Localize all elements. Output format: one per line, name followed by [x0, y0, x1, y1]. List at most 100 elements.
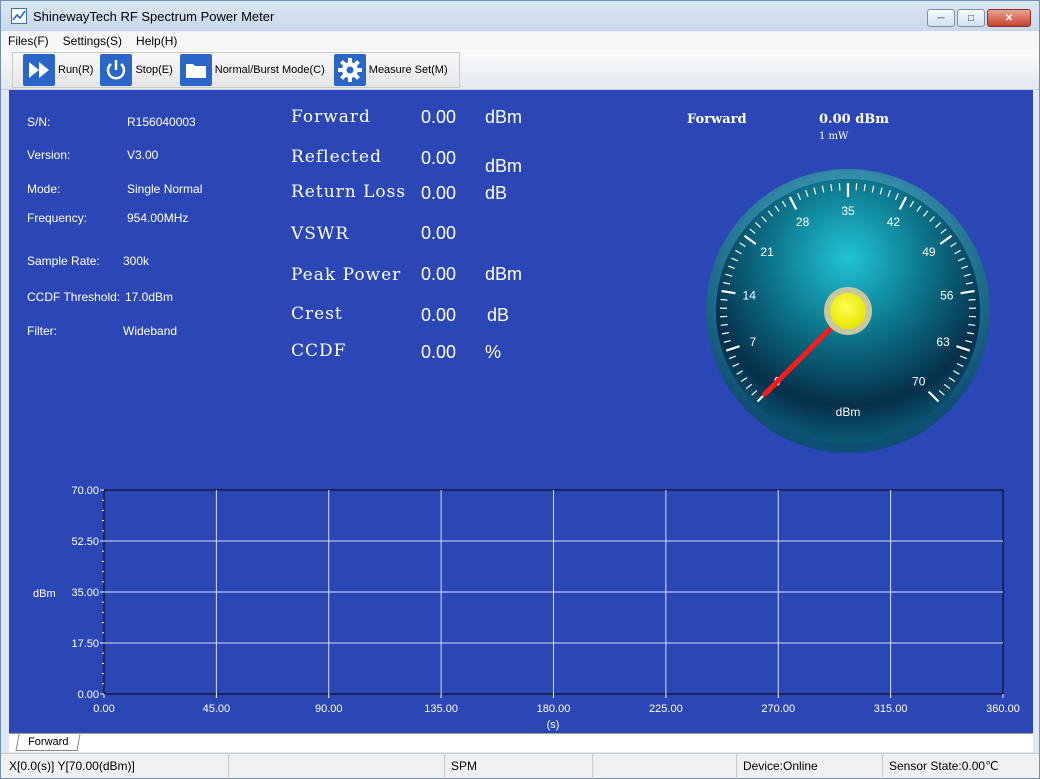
gauge-tick-label: 63 — [936, 335, 950, 349]
y-tick-label: 70.00 — [71, 485, 99, 497]
normal-burst-mode-button[interactable]: Normal/Burst Mode(C) — [176, 53, 328, 87]
forward-unit: dBm — [485, 107, 523, 127]
app-logo-icon — [11, 8, 27, 24]
toolbar-group: Run(R) Stop(E) Normal/Burst Mode(C) Meas… — [12, 52, 460, 88]
mode-label: Mode: — [27, 182, 61, 196]
status-sensor: Sensor State:0.00℃ — [889, 759, 999, 773]
gauge-tick-label: 35 — [841, 204, 855, 218]
reflected-value: 0.00 — [421, 148, 457, 168]
gauge-tick-label: 28 — [796, 215, 810, 229]
forward-power-chart: 0.00 17.50 35.00 52.50 70.00 0.00 45.00 90.00 1… — [33, 485, 1020, 731]
close-button[interactable]: ✕ — [987, 9, 1031, 27]
power-icon — [100, 54, 133, 86]
gauge-tick — [720, 298, 728, 301]
gauge-unit-label: dBm — [836, 405, 861, 419]
version-value: V3.00 — [127, 148, 159, 162]
frequency-label: Frequency: — [27, 211, 88, 225]
gauge-sub-text: 1 mW — [819, 131, 849, 142]
forward-value: 0.00 — [421, 107, 457, 127]
status-cursor: X[0.0(s)] Y[70.00(dBm)] — [1, 754, 229, 779]
menu-files[interactable]: Files(F) — [1, 34, 56, 48]
run-button[interactable]: Run(R) — [13, 53, 96, 87]
gauge-title: Forward — [687, 112, 747, 127]
minimize-icon: ─ — [937, 12, 945, 24]
gauge-tick-label: 70 — [912, 375, 926, 389]
chart-area: 0.00 17.50 35.00 52.50 70.00 0.00 45.00 90.00 1… — [9, 466, 1033, 733]
crest-value: 0.00 — [421, 305, 457, 325]
ccdf-label: CCDF — [291, 341, 347, 361]
filter-label: Filter: — [27, 324, 57, 338]
status-device: Device:Online — [737, 754, 883, 779]
ccdf-threshold-value: 17.0dBm — [125, 290, 174, 304]
peak-power-unit: dBm — [485, 264, 523, 284]
menu-help[interactable]: Help(H) — [129, 34, 184, 48]
frequency-value: 954.00MHz — [127, 211, 189, 225]
stop-button[interactable]: Stop(E) — [96, 53, 175, 87]
sample-rate-label: Sample Rate: — [27, 254, 100, 268]
x-tick-label: 225.00 — [649, 703, 683, 715]
app-window: ShinewayTech RF Spectrum Power Meter ─ □… — [0, 0, 1040, 779]
gear-icon — [333, 54, 366, 86]
minimize-button[interactable]: ─ — [927, 9, 955, 27]
gauge-tick — [720, 323, 728, 326]
x-tick-label: 360.00 — [986, 703, 1020, 715]
peak-power-value: 0.00 — [421, 264, 457, 284]
peak-power-label: Peak Power — [291, 265, 402, 285]
status-spacer — [229, 754, 445, 779]
x-tick-label: 180.00 — [537, 703, 571, 715]
gauge-tick-label: 49 — [922, 245, 936, 259]
fast-forward-icon — [23, 54, 55, 86]
crest-label: Crest — [291, 304, 343, 324]
return-loss-unit: dB — [485, 183, 508, 203]
title-bar: ShinewayTech RF Spectrum Power Meter ─ □… — [1, 1, 1039, 31]
x-tick-label: 135.00 — [424, 703, 458, 715]
gauge-tick — [968, 323, 976, 326]
status-spacer-2 — [593, 754, 737, 779]
filter-value: Wideband — [123, 324, 178, 338]
crest-unit: dB — [487, 305, 510, 325]
x-tick-label: 45.00 — [203, 703, 231, 715]
x-axis-label: (s) — [547, 719, 560, 731]
reflected-label: Reflected — [291, 147, 382, 167]
toolbar: Run(R) Stop(E) Normal/Burst Mode(C) Meas… — [1, 50, 1039, 90]
vswr-label: VSWR — [291, 224, 350, 244]
y-axis-label: dBm — [33, 588, 56, 600]
gauge-tick-label: 7 — [750, 335, 757, 349]
sn-label: S/N: — [27, 115, 51, 129]
mode-value: Single Normal — [127, 182, 203, 196]
version-label: Version: — [27, 148, 71, 162]
measure-set-button[interactable]: Measure Set(M) — [328, 53, 451, 87]
folder-icon — [179, 54, 212, 86]
return-loss-label: Return Loss — [291, 182, 407, 202]
gauge-tick-label: 42 — [887, 215, 901, 229]
sn-value: R156040003 — [127, 115, 196, 129]
window-title: ShinewayTech RF Spectrum Power Meter — [33, 8, 275, 24]
x-tick-label: 90.00 — [315, 703, 343, 715]
y-tick-label: 0.00 — [78, 689, 99, 701]
ccdf-threshold-label: CCDF Threshold: — [27, 290, 121, 304]
gauge-tick-label: 56 — [940, 288, 954, 302]
gauge-tick-label: 14 — [743, 288, 757, 302]
status-mode: SPM — [445, 754, 593, 779]
close-icon: ✕ — [1004, 12, 1014, 24]
ccdf-value: 0.00 — [421, 342, 457, 362]
gauge-value-text: 0.00 dBm — [819, 112, 890, 127]
tab-bar: Forward — [9, 733, 1033, 752]
tab-forward[interactable]: Forward — [15, 734, 81, 751]
status-bar: X[0.0(s)] Y[70.00(dBm)] SPM Device:Onlin… — [1, 753, 1039, 779]
x-tick-label: 270.00 — [761, 703, 795, 715]
ccdf-unit: % — [485, 342, 502, 362]
x-tick-label: 315.00 — [874, 703, 908, 715]
menu-settings[interactable]: Settings(S) — [56, 34, 129, 48]
x-tick-label: 0.00 — [93, 703, 114, 715]
maximize-button[interactable]: □ — [957, 9, 985, 27]
gauge-tick-label: 21 — [760, 245, 774, 259]
menu-bar: Files(F) Settings(S) Help(H) — [1, 31, 1039, 50]
vswr-value: 0.00 — [421, 223, 457, 243]
sample-rate-value: 300k — [123, 254, 150, 268]
forward-label: Forward — [291, 107, 371, 127]
power-gauge: 07142128354249566370 dBm — [706, 169, 990, 453]
reflected-unit: dBm — [485, 156, 523, 176]
maximize-icon: □ — [967, 12, 975, 24]
y-tick-label: 52.50 — [71, 536, 99, 548]
